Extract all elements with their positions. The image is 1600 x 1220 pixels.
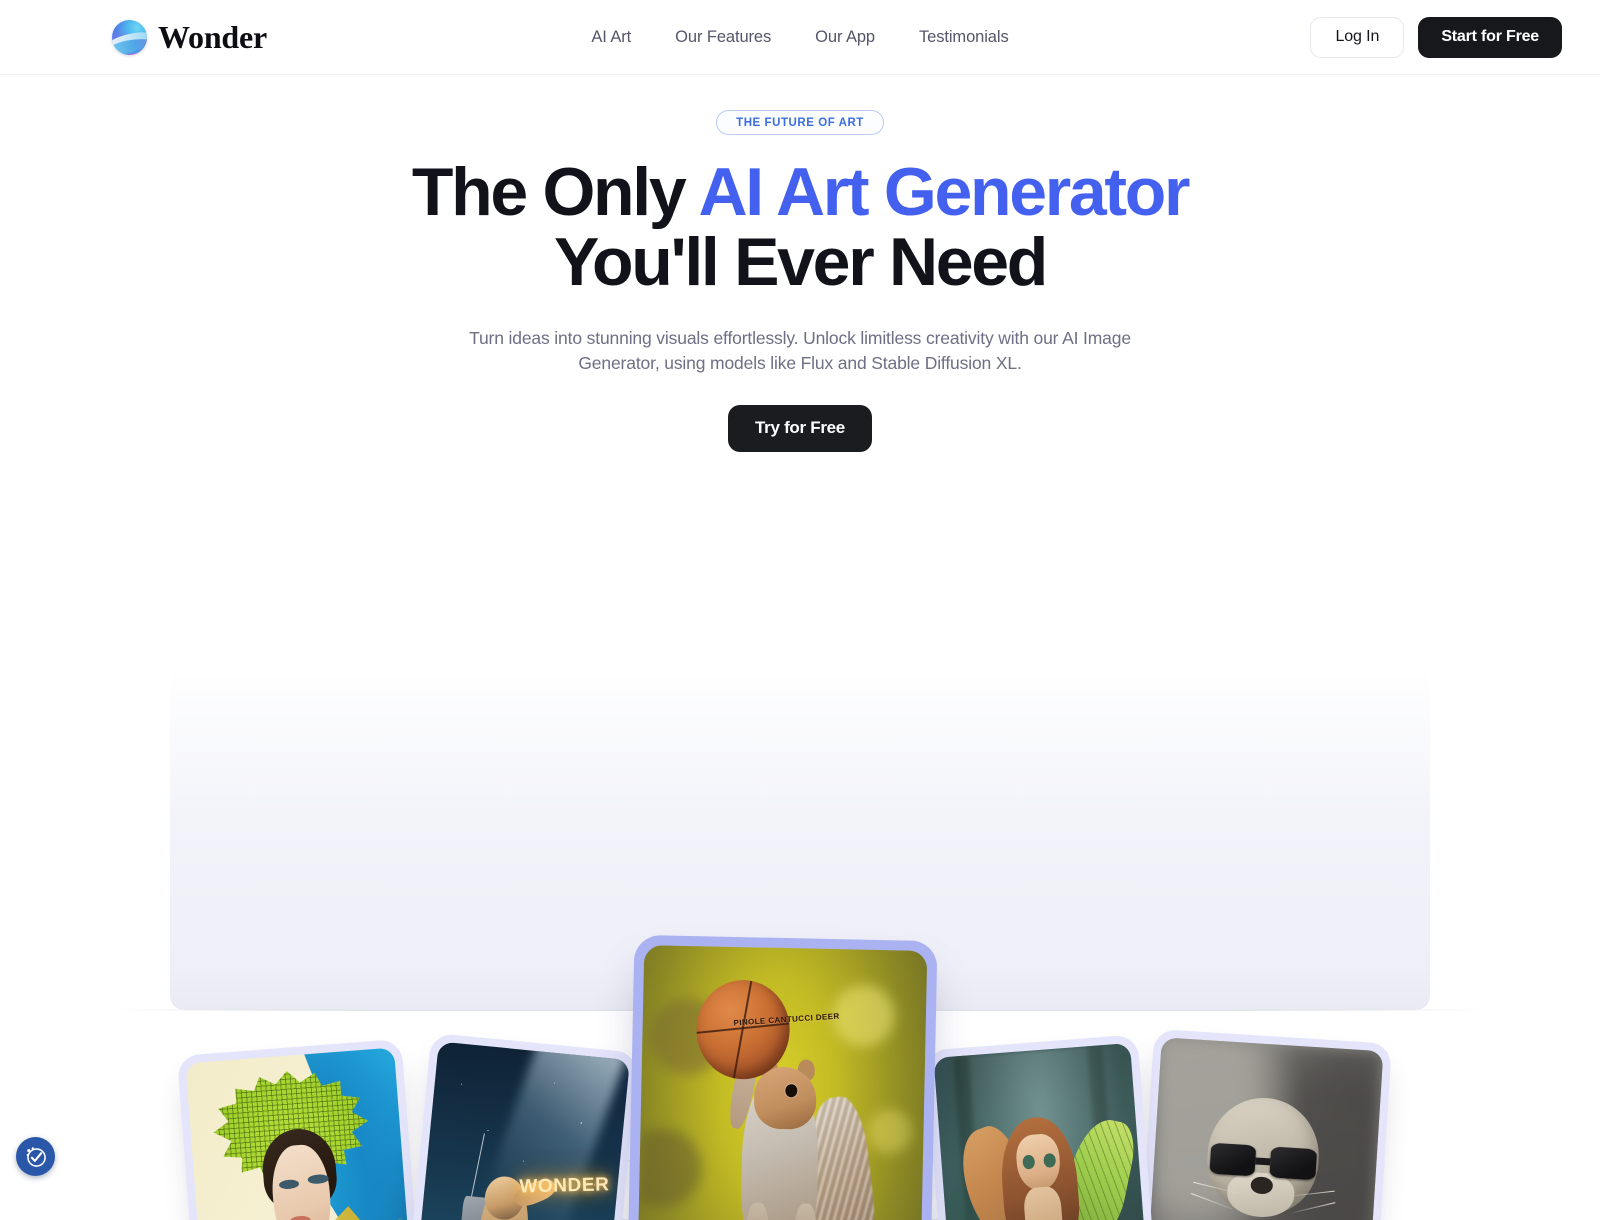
artwork-overlay-text: WONDER	[519, 1174, 610, 1198]
accessibility-widget-button[interactable]	[16, 1137, 55, 1176]
carousel-card-astronaut-wonder[interactable]: WONDER	[397, 1032, 638, 1220]
sunglasses-lens-right	[1269, 1146, 1317, 1179]
login-button[interactable]: Log In	[1310, 17, 1404, 58]
hero-section: THE FUTURE OF ART The Only AI Art Genera…	[0, 75, 1600, 1110]
brand-logo[interactable]: Wonder	[112, 19, 267, 56]
site-header: Wonder AI Art Our Features Our App Testi…	[0, 0, 1600, 75]
hero-subtitle: Turn ideas into stunning visuals effortl…	[450, 326, 1150, 376]
sunglasses-bridge	[1256, 1157, 1271, 1165]
artwork-carousel: WONDER PINOLE CANT	[0, 470, 1600, 1110]
start-for-free-button[interactable]: Start for Free	[1418, 17, 1562, 58]
page-title-part2: You'll Ever Need	[554, 224, 1046, 300]
brand-name: Wonder	[158, 19, 267, 56]
artwork-astronaut-wonder: WONDER	[406, 1041, 630, 1220]
artwork-forest-fairy	[933, 1043, 1155, 1220]
artwork-woman-lace-crown	[185, 1047, 417, 1220]
artwork-seal-in-suit	[1141, 1037, 1384, 1220]
header-actions: Log In Start for Free	[1310, 17, 1562, 58]
sunglasses-lens-left	[1209, 1142, 1257, 1175]
try-for-free-button[interactable]: Try for Free	[728, 405, 872, 452]
page-title-part1: The Only	[412, 154, 699, 230]
artwork-squirrel-basketball: PINOLE CANTUCCI DEER	[636, 945, 928, 1220]
main-navigation: AI Art Our Features Our App Testimonials	[591, 28, 1008, 47]
carousel-card-woman-lace-crown[interactable]	[177, 1039, 426, 1220]
carousel-card-squirrel-basketball[interactable]: PINOLE CANTUCCI DEER	[626, 935, 938, 1220]
sunglasses-icon	[1209, 1142, 1317, 1179]
accessibility-check-icon	[23, 1144, 48, 1169]
nav-item-our-features[interactable]: Our Features	[675, 28, 771, 47]
page-title: The Only AI Art Generator You'll Ever Ne…	[0, 157, 1600, 297]
carousel-card-forest-fairy[interactable]	[925, 1034, 1164, 1220]
nav-item-ai-art[interactable]: AI Art	[591, 28, 631, 47]
carousel-card-seal-in-suit[interactable]	[1132, 1029, 1392, 1220]
nav-item-testimonials[interactable]: Testimonials	[919, 28, 1009, 47]
hero-badge: THE FUTURE OF ART	[716, 110, 884, 135]
carousel-cards: WONDER PINOLE CANT	[0, 470, 1600, 1110]
wonder-wave-logo-icon	[112, 20, 147, 55]
nav-item-our-app[interactable]: Our App	[815, 28, 875, 47]
fairy-eye-left	[1022, 1154, 1035, 1170]
page-title-accent: AI Art Generator	[698, 154, 1188, 230]
